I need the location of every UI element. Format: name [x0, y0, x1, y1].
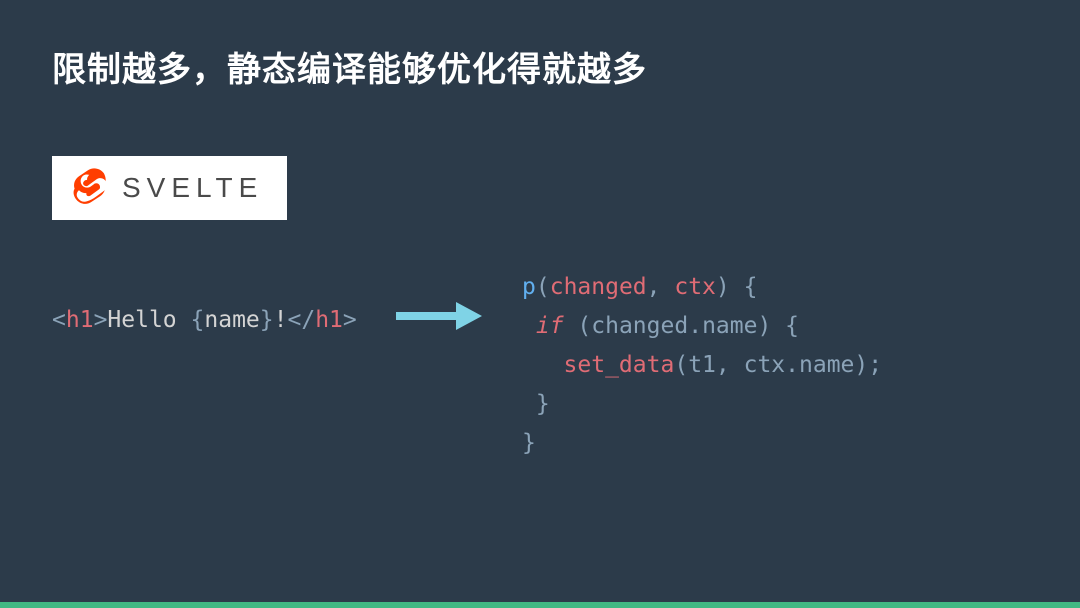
code-token: > [94, 307, 108, 333]
code-token: t1 [688, 352, 716, 378]
code-token: } [536, 391, 550, 417]
code-token: ! [274, 307, 288, 333]
code-token: name [799, 352, 854, 378]
code-token: </ [287, 307, 315, 333]
code-token: p [522, 274, 536, 300]
code-token: ctx [674, 274, 716, 300]
code-line: set_data(t1, ctx.name); [522, 346, 882, 385]
compiled-output-code: p(changed, ctx) { if (changed.name) { se… [522, 268, 882, 463]
code-token: changed [591, 313, 688, 339]
code-token: ) [716, 274, 730, 300]
code-token: } [260, 307, 274, 333]
code-token: ( [674, 352, 688, 378]
code-indent [522, 313, 536, 339]
code-token: set_data [564, 352, 675, 378]
code-token: ( [564, 313, 592, 339]
code-token: ) { [757, 313, 799, 339]
code-indent [522, 352, 564, 378]
code-token: name [702, 313, 757, 339]
code-token: { [191, 307, 205, 333]
code-line: p(changed, ctx) { [522, 268, 882, 307]
code-token: , [716, 352, 744, 378]
code-token: if [536, 313, 564, 339]
svelte-logo-box: SVELTE [52, 156, 287, 220]
svelte-logo-text: SVELTE [122, 172, 263, 204]
code-token: < [52, 307, 66, 333]
code-token: { [730, 274, 758, 300]
svelte-logo-icon [70, 168, 110, 208]
code-token: } [522, 430, 536, 456]
code-line: } [522, 424, 882, 463]
source-template-code: <h1>Hello {name}!</h1> [52, 302, 357, 339]
code-token: changed [550, 274, 647, 300]
code-token: h1 [315, 307, 343, 333]
arrow-icon [394, 298, 484, 334]
code-line: } [522, 385, 882, 424]
code-token: . [688, 313, 702, 339]
accent-bar [0, 602, 1080, 608]
code-token: ctx [744, 352, 786, 378]
code-line: if (changed.name) { [522, 307, 882, 346]
code-token: . [785, 352, 799, 378]
code-token: ); [854, 352, 882, 378]
slide-title: 限制越多，静态编译能够优化得就越多 [52, 42, 647, 91]
code-token: name [204, 307, 259, 333]
code-token: Hello [107, 307, 190, 333]
code-token: h1 [66, 307, 94, 333]
code-token: , [647, 274, 675, 300]
code-token: ( [536, 274, 550, 300]
code-indent [522, 391, 536, 417]
code-token: > [343, 307, 357, 333]
